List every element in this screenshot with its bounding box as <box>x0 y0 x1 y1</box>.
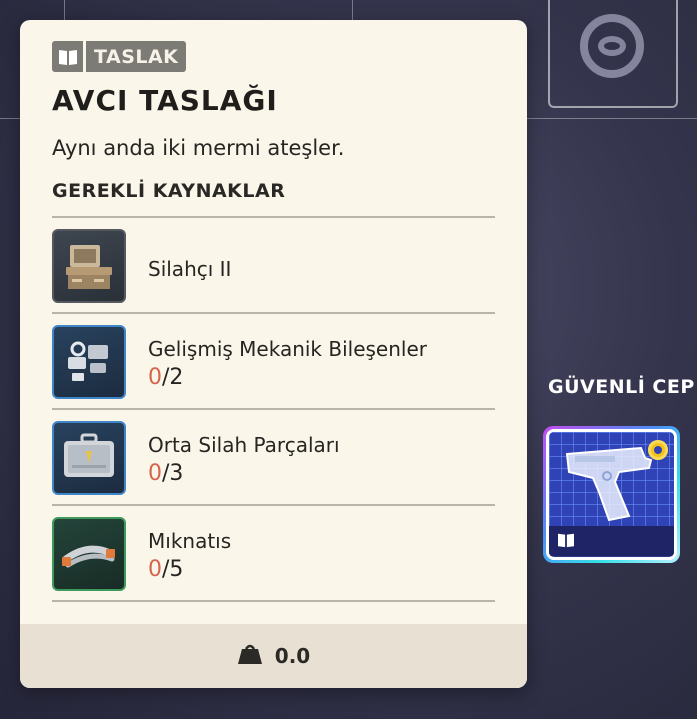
requirement-row: Orta Silah Parçaları 0/3 <box>52 421 495 497</box>
requirement-name: Silahçı II <box>148 257 232 281</box>
divider <box>52 504 495 506</box>
requirement-name: Orta Silah Parçaları <box>148 433 340 457</box>
background-line <box>352 0 353 20</box>
workbench-icon <box>52 229 126 303</box>
count-owned: 0 <box>148 461 162 486</box>
count-owned: 0 <box>148 557 162 582</box>
book-icon <box>52 41 83 72</box>
item-title: AVCI TASLAĞI <box>52 84 278 117</box>
requirement-count: 0/5 <box>148 557 183 582</box>
item-description: Aynı anda iki mermi ateşler. <box>52 136 345 160</box>
book-icon <box>557 532 575 552</box>
weapon-parts-case-icon <box>52 421 126 495</box>
requirement-row: Gelişmiş Mekanik Bileşenler 0/2 <box>52 325 495 401</box>
divider <box>52 216 495 218</box>
weight-value: 0.0 <box>274 644 311 668</box>
blueprint-tag: TASLAK <box>52 41 187 72</box>
divider <box>52 600 495 602</box>
weight-icon <box>237 643 263 670</box>
count-required: /2 <box>162 365 184 390</box>
tooltip-footer: 0.0 <box>20 624 527 688</box>
requirement-name: Gelişmiş Mekanik Bileşenler <box>148 337 427 361</box>
pistol-blueprint-icon <box>565 446 653 522</box>
magnet-icon <box>52 517 126 591</box>
requirements-header: GEREKLİ KAYNAKLAR <box>52 180 286 202</box>
divider <box>52 312 495 314</box>
requirement-name: Mıknatıs <box>148 529 232 553</box>
weight-display: 0.0 <box>237 643 310 670</box>
requirement-count: 0/3 <box>148 461 183 486</box>
secure-pocket-slot[interactable] <box>543 426 680 563</box>
background-line <box>64 0 65 20</box>
background-ring-icon <box>580 14 644 78</box>
count-owned: 0 <box>148 365 162 390</box>
count-required: /3 <box>162 461 184 486</box>
requirement-row: Silahçı II <box>52 229 495 305</box>
secure-pocket-label: GÜVENLİ CEP <box>548 376 695 398</box>
count-required: /5 <box>162 557 184 582</box>
secure-pocket-item[interactable] <box>546 429 677 560</box>
requirement-count: 0/2 <box>148 365 183 390</box>
requirement-row: Mıknatıs 0/5 <box>52 517 495 593</box>
blueprint-tag-label: TASLAK <box>86 41 187 72</box>
divider <box>52 408 495 410</box>
mechanical-parts-icon <box>52 325 126 399</box>
secure-pocket-slot-footer <box>549 526 674 556</box>
item-tooltip-card: TASLAK AVCI TASLAĞI Aynı anda iki mermi … <box>20 20 527 688</box>
